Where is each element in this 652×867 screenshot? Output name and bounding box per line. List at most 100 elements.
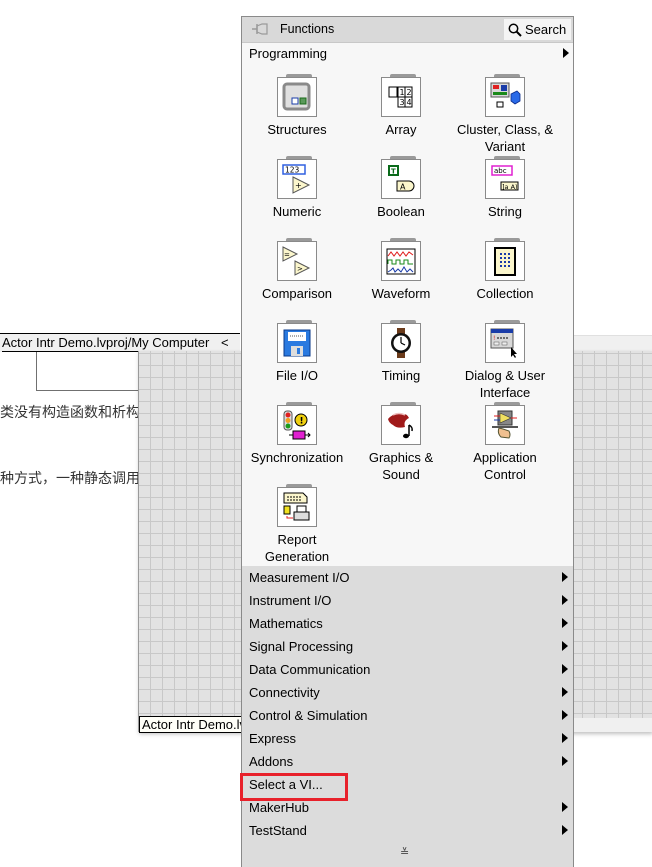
palette-item-dialog-user-interface[interactable]: ! Dialog & User Interface <box>453 320 557 401</box>
palette-item-label: Structures <box>267 122 327 137</box>
subpalette-signal-processing[interactable]: Signal Processing <box>242 635 573 658</box>
array-icon: 1 2 3 4 <box>388 86 413 108</box>
svg-text:1: 1 <box>400 88 405 97</box>
subpalette-label: Data Communication <box>249 662 371 677</box>
palette-item-application-control[interactable]: Application Control <box>453 402 557 483</box>
boolean-icon: T A <box>388 165 415 192</box>
svg-text:2: 2 <box>407 88 412 97</box>
expand-arrow-icon <box>562 756 568 766</box>
report-generation-icon <box>283 492 310 521</box>
subpalette-label: Express <box>249 731 296 746</box>
expand-arrow-icon <box>562 618 568 628</box>
svg-text:+: + <box>295 181 302 190</box>
numeric-icon: 123 + <box>282 164 311 194</box>
search-button[interactable]: Search <box>504 19 571 40</box>
palette-item-label: Dialog & User Interface <box>464 368 546 400</box>
structures-icon <box>282 82 311 111</box>
svg-text:!: ! <box>300 417 304 427</box>
subpalette-label: Signal Processing <box>249 639 354 654</box>
expand-arrow-icon <box>562 687 568 697</box>
palette-title: Functions <box>280 22 335 36</box>
select-a-vi-item[interactable]: Select a VI... <box>240 773 573 801</box>
svg-text:!: ! <box>493 335 495 342</box>
palette-item-label: Application Control <box>473 450 537 482</box>
subpalette-addons[interactable]: Addons <box>242 750 573 773</box>
palette-item-label: Timing <box>381 368 421 383</box>
subpalette-label: TestStand <box>249 823 307 838</box>
timing-icon <box>391 328 411 358</box>
section-programming[interactable]: Programming <box>242 43 573 63</box>
graphics-sound-icon <box>388 412 413 439</box>
subpalette-label: Measurement I/O <box>249 570 350 585</box>
dialog-icon: ! <box>490 328 517 358</box>
palette-item-label: String <box>488 204 522 219</box>
application-control-icon <box>492 410 518 439</box>
palette-item-collection[interactable]: Collection <box>453 238 557 302</box>
palette-item-label: File I/O <box>276 368 318 383</box>
functions-palette[interactable]: Functions Search Programming Structures <box>240 16 574 867</box>
palette-item-boolean[interactable]: T A Boolean <box>349 156 453 220</box>
palette-item-label: Graphics & Sound <box>368 450 434 482</box>
palette-item-waveform[interactable]: Waveform <box>349 238 453 302</box>
palette-item-report-generation[interactable]: Report Generation <box>245 484 349 565</box>
subpalette-label: Control & Simulation <box>249 708 368 723</box>
background-text-line-2: 种方式，一种静态调用 <box>0 471 140 487</box>
palette-item-synchronization[interactable]: ! Synchronization <box>245 402 349 466</box>
show-more-chevron-icon[interactable]: ≚ <box>400 846 409 859</box>
subpalette-list: Measurement I/O Instrument I/O Mathemati… <box>240 566 573 867</box>
expand-arrow-icon <box>562 641 568 651</box>
subpalette-express[interactable]: Express <box>242 727 573 750</box>
search-icon <box>508 23 522 37</box>
palette-item-label: Waveform <box>371 286 431 301</box>
search-label: Search <box>525 22 567 37</box>
subpalette-mathematics[interactable]: Mathematics <box>242 612 573 635</box>
subpalette-makerhub[interactable]: MakerHub <box>242 796 573 819</box>
subpalette-data-communication[interactable]: Data Communication <box>242 658 573 681</box>
svg-text:]a A): ]a A) <box>502 183 518 191</box>
subpalette-connectivity[interactable]: Connectivity <box>242 681 573 704</box>
svg-text:T: T <box>391 168 396 176</box>
subpalette-measurement-io[interactable]: Measurement I/O <box>242 566 573 589</box>
subpalette-teststand[interactable]: TestStand <box>242 819 573 842</box>
palette-item-string[interactable]: abc ]a A) String <box>453 156 557 220</box>
svg-text:=: = <box>284 251 290 259</box>
palette-item-label: Report Generation <box>264 532 330 564</box>
expand-arrow-icon <box>562 802 568 812</box>
chevron-left-icon[interactable]: < <box>221 334 229 351</box>
palette-item-graphics-sound[interactable]: Graphics & Sound <box>349 402 453 483</box>
palette-item-label: Synchronization <box>250 450 344 465</box>
pin-icon[interactable] <box>251 22 269 36</box>
file-io-icon <box>283 329 311 357</box>
palette-item-label: Collection <box>476 286 534 301</box>
palette-item-label: Boolean <box>377 204 425 219</box>
programming-icon-grid: Structures 1 2 3 4 Array Cluster, Class,… <box>242 63 573 567</box>
subpalette-label: Instrument I/O <box>249 593 332 608</box>
synchronization-icon: ! <box>283 410 311 440</box>
collection-icon <box>494 247 516 276</box>
expand-arrow-icon <box>562 733 568 743</box>
expand-arrow-icon <box>562 664 568 674</box>
palette-header: Functions Search <box>242 17 573 43</box>
subpalette-control-simulation[interactable]: Control & Simulation <box>242 704 573 727</box>
project-window-titlebar[interactable]: Actor Intr Demo.lvproj/My Computer < <box>0 333 240 352</box>
expand-arrow-icon <box>562 572 568 582</box>
project-window-title: Actor Intr Demo.lvproj/My Computer <box>2 335 210 352</box>
cluster-icon <box>490 82 521 108</box>
palette-item-array[interactable]: 1 2 3 4 Array <box>349 74 453 138</box>
subpalette-instrument-io[interactable]: Instrument I/O <box>242 589 573 612</box>
palette-item-structures[interactable]: Structures <box>245 74 349 138</box>
svg-text:A: A <box>400 183 406 192</box>
expand-arrow-icon <box>562 595 568 605</box>
subpalette-label: Connectivity <box>249 685 320 700</box>
palette-item-comparison[interactable]: = > Comparison <box>245 238 349 302</box>
palette-item-timing[interactable]: Timing <box>349 320 453 384</box>
subpalette-label: Select a VI... <box>249 777 323 792</box>
palette-item-file-io[interactable]: File I/O <box>245 320 349 384</box>
palette-item-label: Numeric <box>272 204 322 219</box>
svg-text:123: 123 <box>285 166 300 175</box>
palette-item-numeric[interactable]: 123 + Numeric <box>245 156 349 220</box>
svg-text:abc: abc <box>494 167 507 175</box>
subpalette-label: Addons <box>249 754 294 769</box>
palette-item-cluster-class-variant[interactable]: Cluster, Class, & Variant <box>453 74 557 155</box>
svg-text:4: 4 <box>407 98 412 107</box>
